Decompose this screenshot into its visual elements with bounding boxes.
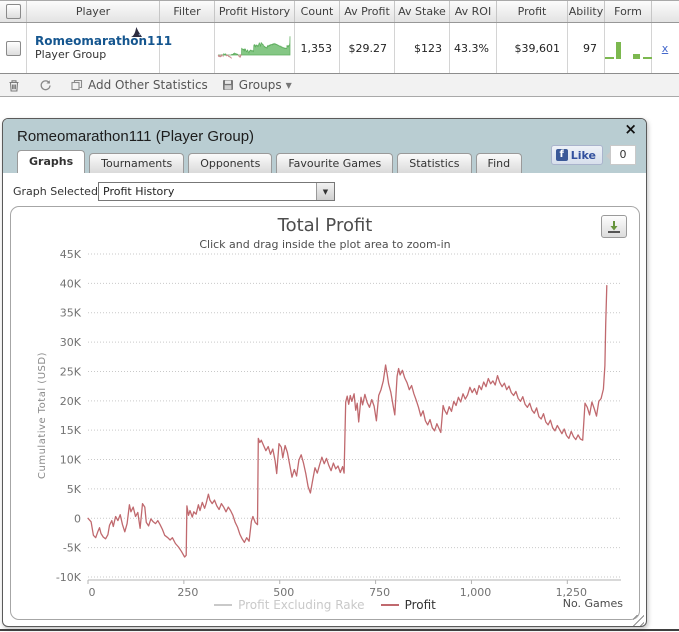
svg-text:0: 0 [74,512,81,525]
column-header-form[interactable]: Form [605,1,652,22]
svg-text:5K: 5K [67,483,82,496]
legend-item-profit[interactable]: Profit [380,598,436,612]
dialog-tabs: Graphs Tournaments Opponents Favourite Game… [17,150,526,173]
profit-line-chart[interactable]: 45K40K35K30K25K20K15K10K5K0-5K-10K0 250 50… [11,207,639,619]
tab-statistics[interactable]: Statistics [397,153,472,173]
add-other-statistics-button[interactable]: Add Other Statistics [71,78,208,92]
row-checkbox[interactable] [5,40,21,56]
player-type-label: Player Group [35,48,107,61]
dropdown-arrow-icon: ▼ [316,183,334,200]
svg-text:20K: 20K [60,395,82,408]
graph-select-value: Profit History [103,185,175,198]
facebook-like-count: 0 [606,145,636,165]
column-header-av-profit[interactable]: Av Profit [340,1,395,22]
dialog-title: Romeomarathon111 (Player Group) [17,128,255,145]
svg-text:25K: 25K [60,365,82,378]
legend-dash [214,604,233,606]
profit-history-cell[interactable] [215,23,295,73]
player-cell: Romeomarathon111 Player Group [27,23,172,73]
form-bar [604,57,614,59]
remove-row-link[interactable]: x [662,42,669,55]
bottom-divider [0,629,679,631]
form-bar [642,57,652,59]
column-header-checkbox[interactable] [0,1,27,22]
legend-label: Profit [404,598,436,612]
table-row: Romeomarathon111 Player Group 1,353 $29.… [0,23,679,74]
player-name-link[interactable]: Romeomarathon111 [35,34,172,48]
dialog-header: Romeomarathon111 (Player Group) × Graphs… [3,119,646,173]
player-dialog: Romeomarathon111 (Player Group) × Graphs… [2,118,647,627]
legend-dash [380,604,399,606]
column-header-av-roi[interactable]: Av ROI [450,1,497,22]
svg-text:45K: 45K [60,248,82,261]
av-roi-value: 43.3% [450,23,497,73]
column-header-profit[interactable]: Profit [497,1,568,22]
svg-text:30K: 30K [60,336,82,349]
tab-graphs[interactable]: Graphs [17,150,86,173]
facebook-like-widget: f Like 0 [550,145,636,165]
legend-label: Profit Excluding Rake [238,598,365,612]
svg-text:10K: 10K [60,454,82,467]
graph-selected-label: Graph Selected: [13,185,102,198]
column-header-ability[interactable]: Ability [568,1,605,22]
count-value: 1,353 [295,23,340,73]
remove-cell: x [652,23,678,73]
tab-opponents[interactable]: Opponents [188,153,273,173]
legend-item-profit-excluding-rake[interactable]: Profit Excluding Rake [214,598,365,612]
table-toolbar: Add Other Statistics Groups ▼ [0,74,679,97]
column-header-player[interactable]: Player [27,1,160,22]
chart-panel: Total Profit Click and drag inside the p… [10,206,640,620]
av-stake-value: $123 [395,23,450,73]
shark-icon [129,26,143,41]
select-all-checkbox[interactable] [5,4,21,19]
svg-text:-10K: -10K [56,571,82,584]
facebook-icon: f [555,149,568,161]
chart-legend: Profit Excluding Rake Profit [11,598,639,612]
profit-value: $39,601 [497,23,568,73]
column-header-filter[interactable]: Filter [160,1,215,22]
groups-button[interactable]: Groups ▼ [222,78,292,92]
graph-select-dropdown[interactable]: Profit History ▼ [98,182,335,201]
form-bar [615,42,621,59]
dialog-body: Graph Selected: Profit History ▼ Total P… [3,173,646,628]
form-mini-chart [604,37,652,59]
filter-cell[interactable] [160,23,215,73]
delete-button[interactable] [8,79,25,92]
x-axis-title: No. Games [562,597,623,610]
av-profit-value: $29.27 [340,23,395,73]
dialog-resize-handle[interactable] [633,615,644,626]
form-bar [632,54,640,59]
column-header-profit-history[interactable]: Profit History [215,1,295,22]
add-other-statistics-label: Add Other Statistics [88,78,208,92]
svg-text:Cumulative Total (USD): Cumulative Total (USD) [37,352,48,479]
refresh-button[interactable] [39,79,57,92]
svg-text:35K: 35K [60,307,82,320]
groups-caret-icon: ▼ [285,80,292,90]
tab-find[interactable]: Find [475,153,523,173]
svg-text:15K: 15K [60,424,82,437]
facebook-like-button[interactable]: f Like [550,145,603,165]
table-header-row: Player Filter Profit History Count Av Profit… [0,1,679,23]
column-header-blank[interactable] [652,1,678,22]
close-icon[interactable]: × [624,121,637,137]
row-checkbox-cell [0,23,27,73]
results-table: Player Filter Profit History Count Av Profit… [0,0,679,97]
facebook-like-label: Like [570,148,596,162]
column-header-av-stake[interactable]: Av Stake [395,1,450,22]
tab-tournaments[interactable]: Tournaments [89,153,185,173]
profit-sparkline [217,36,290,59]
svg-text:-5K: -5K [63,542,82,555]
tab-favourite-games[interactable]: Favourite Games [276,153,394,173]
form-cell [604,23,652,73]
svg-text:40K: 40K [60,277,82,290]
column-header-count[interactable]: Count [295,1,340,22]
ability-value: 97 [568,23,605,73]
groups-label: Groups [238,78,282,92]
